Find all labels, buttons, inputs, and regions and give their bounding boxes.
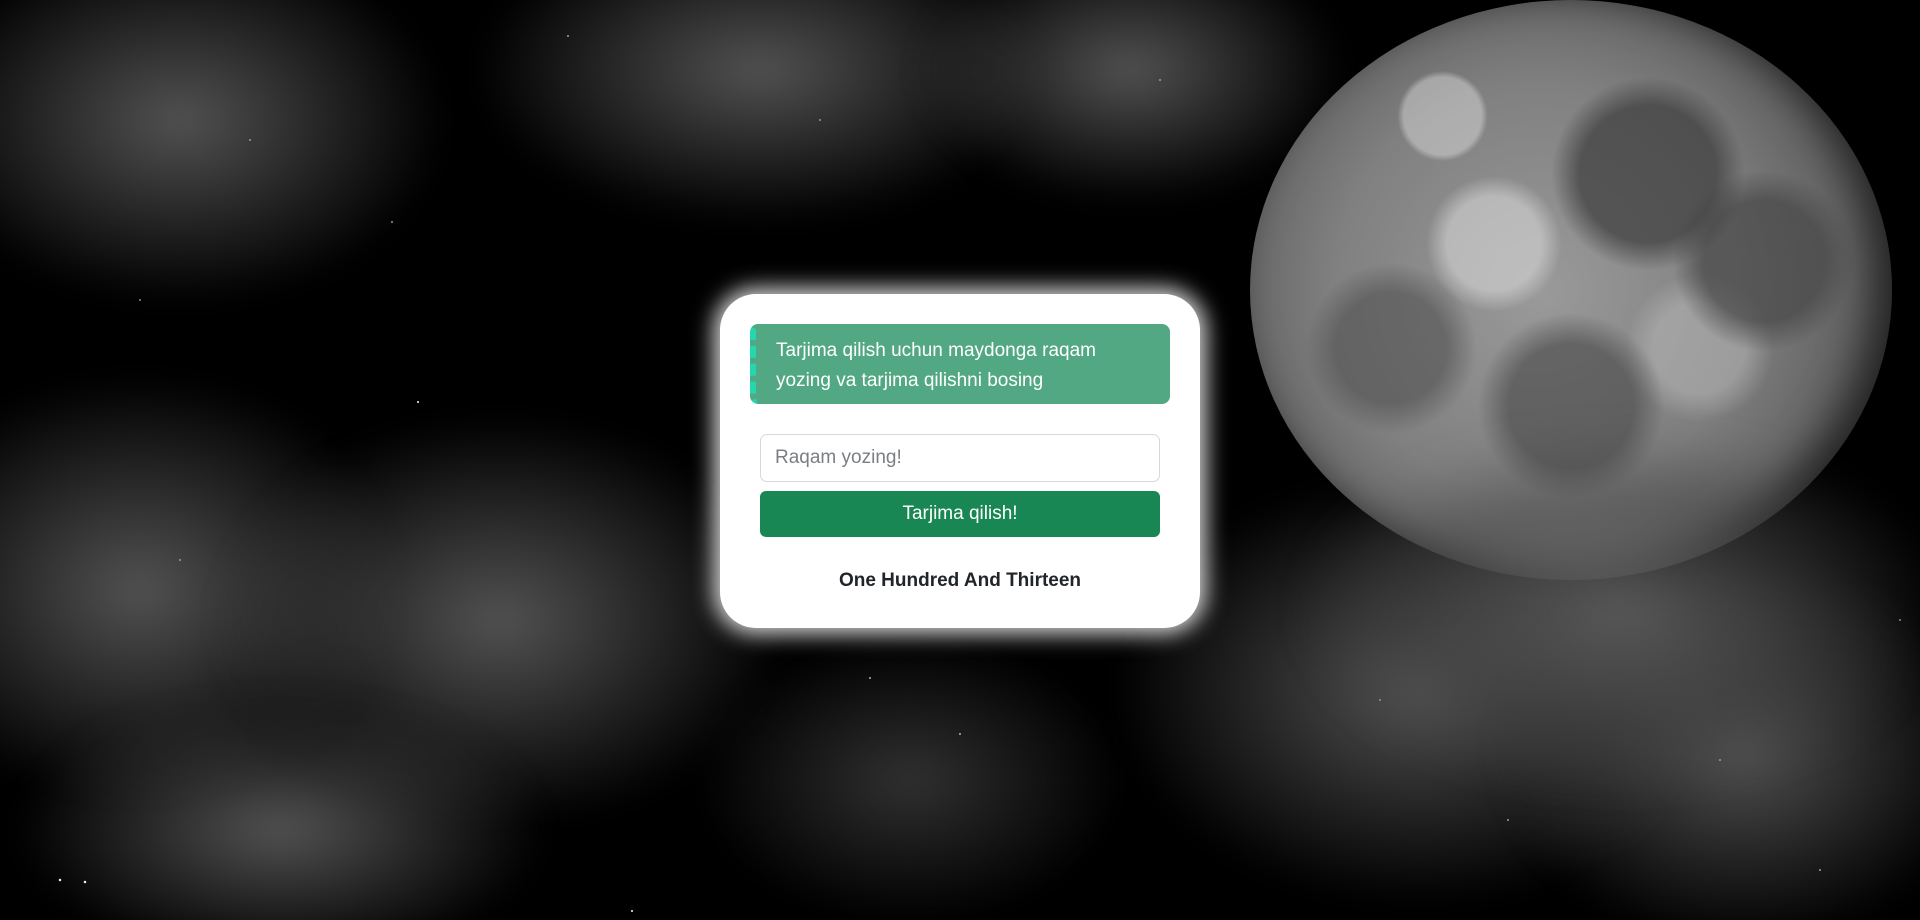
- moon-fog: [1300, 430, 1920, 790]
- night-sky-background: Tarjima qilish uchun maydonga raqam yozi…: [0, 0, 1920, 920]
- translation-result: One Hundred And Thirteen: [838, 570, 1082, 591]
- alert-line-1: Tarjima qilish uchun maydonga raqam: [776, 340, 1096, 361]
- number-input[interactable]: [760, 434, 1160, 482]
- translator-card: Tarjima qilish uchun maydonga raqam yozi…: [720, 294, 1200, 628]
- alert-line-2: yozing va tarjima qilishni bosing: [776, 370, 1044, 391]
- translate-button[interactable]: Tarjima qilish!: [760, 491, 1160, 537]
- instruction-alert: Tarjima qilish uchun maydonga raqam yozi…: [750, 324, 1170, 404]
